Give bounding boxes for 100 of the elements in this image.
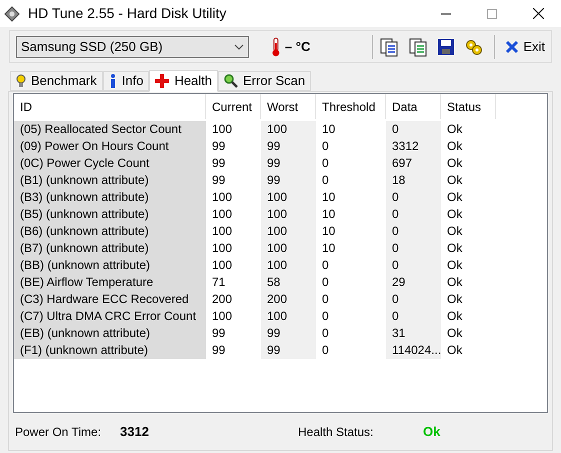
tab[interactable]: Error Scan [218,71,312,91]
table-cell-text: 10 [321,206,336,223]
table-cell-text: 99 [211,138,226,155]
window-title: HD Tune 2.55 - Hard Disk Utility [28,4,226,23]
tab[interactable]: Health [149,70,218,92]
magnifier-icon [224,74,238,88]
copy-text-icon[interactable] [379,36,400,56]
table-cell: 99 [261,138,316,155]
table-cell-text: Ok [446,325,464,342]
table-cell-text: Ok [446,121,464,138]
thermometer-icon [271,36,281,56]
table-cell-text: 100 [211,240,234,257]
tab[interactable]: Info [102,71,150,91]
table-cell-text: 100 [211,308,234,325]
table-cell: 0 [386,257,441,274]
table-cell: (C7) Ultra DMA CRC Error Count [14,308,206,325]
table-cell-text: 99 [211,172,226,189]
table-cell: 100 [261,223,316,240]
table-cell-text: 0 [321,291,330,308]
table-cell: 200 [261,291,316,308]
table-cell-text: Ok [446,189,464,206]
table-cell-text: Ok [446,138,464,155]
table-cell-text: Ok [446,342,464,359]
table-cell-text: 100 [211,257,234,274]
table-cell: 99 [261,172,316,189]
table-cell-text: 100 [211,189,234,206]
column-header[interactable]: Data [386,94,441,119]
table-cell-text: 10 [321,121,336,138]
table-cell: 18 [386,172,441,189]
info-icon [108,74,117,88]
column-header[interactable]: Current [206,94,261,119]
table-cell-text: 0 [321,138,330,155]
table-cell-text: 10 [321,223,336,240]
table-cell: (0C) Power Cycle Count [14,155,206,172]
table-cell-text: 99 [211,325,226,342]
table-cell: 99 [261,155,316,172]
table-cell: (EB) (unknown attribute) [14,325,206,342]
maximize-icon [487,8,497,18]
table-cell-text: 0 [321,274,330,291]
table-cell: 100 [261,206,316,223]
table-cell-text: Ok [446,223,464,240]
table-cell: 0 [386,308,441,325]
table-cell-text: Ok [446,206,464,223]
table-cell: 58 [261,274,316,291]
table-cell: (BB) (unknown attribute) [14,257,206,274]
table-cell-text: 0 [321,172,330,189]
table-cell: 100 [261,257,316,274]
copy-screenshot-icon[interactable] [408,36,428,56]
table-cell-text: Ok [446,308,464,325]
column-header[interactable]: Threshold [316,94,386,119]
table-cell: 100 [261,308,316,325]
table-cell-text: Ok [446,240,464,257]
save-icon[interactable] [437,38,456,56]
table-cell: 29 [386,274,441,291]
close-icon [532,8,544,19]
table-cell: (09) Power On Hours Count [14,138,206,155]
table-cell-text: 100 [211,223,234,240]
table-cell: 0 [386,206,441,223]
table-cell-text: 0 [321,308,330,325]
table-cell: 0 [386,291,441,308]
exit-button[interactable]: Exit [505,36,545,56]
power-on-value: 3312 [120,423,150,441]
table-cell: 100 [261,189,316,206]
table-cell: 31 [386,325,441,342]
table-cell-text: 0 [321,155,330,172]
column-header[interactable]: ID [14,94,206,119]
health-status-value: Ok [423,423,440,441]
table-cell: (05) Reallocated Sector Count [14,121,206,138]
table-cell: (B7) (unknown attribute) [14,240,206,257]
table-cell: (B5) (unknown attribute) [14,206,206,223]
column-header[interactable]: Worst [261,94,316,119]
drive-dropdown[interactable]: Samsung SSD (250 GB) [16,36,250,58]
table-cell: 114024... [386,342,441,359]
table-cell-text: 99 [211,155,226,172]
table-cell: 0 [386,189,441,206]
table-cell: (C3) Hardware ECC Recovered [14,291,206,308]
table-cell: 99 [261,325,316,342]
table-cell: 100 [261,240,316,257]
chevron-down-icon [234,44,244,50]
table-cell: 3312 [386,138,441,155]
health-status-label: Health Status: [298,424,374,441]
table-cell: (B1) (unknown attribute) [14,172,206,189]
table-cell-text: Ok [446,291,464,308]
lightbulb-icon [16,74,26,88]
table-cell: 0 [386,240,441,257]
table-cell-text: Ok [446,274,464,291]
tab[interactable]: Benchmark [10,71,103,91]
table-cell-text: 71 [211,274,226,291]
table-cell: (F1) (unknown attribute) [14,342,206,359]
table-cell-text: Ok [446,155,464,172]
close-icon [505,40,520,54]
table-cell-text: 100 [211,206,234,223]
table-cell-text: 200 [211,291,234,308]
table-cell-text: 100 [211,121,234,138]
table-cell-text: 99 [211,342,226,359]
column-header[interactable]: Status [441,94,496,119]
cross-icon [155,74,170,88]
power-on-label: Power On Time: [15,424,102,441]
table-cell: (B3) (unknown attribute) [14,189,206,206]
table-cell: (B6) (unknown attribute) [14,223,206,240]
